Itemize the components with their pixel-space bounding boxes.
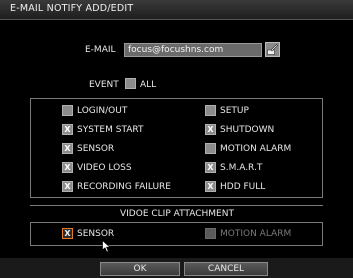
pencil-keyboard-icon — [267, 44, 278, 55]
event-checkbox-setup[interactable] — [205, 105, 216, 116]
event-label-smart: S.M.A.R.T — [220, 163, 263, 173]
event-all-checkbox[interactable] — [125, 78, 136, 89]
virtual-keyboard-button[interactable] — [265, 42, 280, 57]
cancel-button[interactable]: CANCEL — [184, 262, 268, 276]
event-all-label: ALL — [140, 80, 157, 90]
attachment-label-sensor: SENSOR — [77, 229, 115, 239]
event-checkbox-system-start[interactable]: X — [62, 124, 73, 135]
dialog-title: E-MAIL NOTIFY ADD/EDIT — [10, 3, 134, 14]
event-label-video-loss: VIDEO LOSS — [77, 163, 132, 173]
event-checkbox-sensor[interactable]: X — [62, 143, 73, 154]
event-checkbox-login-out[interactable] — [62, 105, 73, 116]
attachment-checkbox-sensor[interactable]: X — [62, 228, 73, 239]
event-label-shutdown: SHUTDOWN — [220, 125, 275, 135]
email-input[interactable]: focus@focushns.com — [124, 43, 262, 57]
attachment-checkbox-motion-alarm[interactable] — [205, 228, 216, 239]
event-checkbox-motion-alarm[interactable] — [205, 143, 216, 154]
ok-button[interactable]: OK — [100, 262, 180, 276]
event-label-sensor: SENSOR — [77, 144, 115, 154]
attachment-label-motion-alarm: MOTION ALARM — [220, 229, 292, 239]
event-label-motion-alarm: MOTION ALARM — [220, 144, 292, 154]
mouse-cursor-icon — [102, 240, 111, 253]
event-checkbox-smart[interactable]: X — [205, 162, 216, 173]
attachment-title: VIDOE CLIP ATTACHMENT — [120, 209, 234, 219]
event-label: EVENT — [89, 80, 119, 90]
event-label-hdd-full: HDD FULL — [220, 182, 266, 192]
event-label-recording-failure: RECORDING FAILURE — [77, 182, 171, 192]
email-label: E-MAIL — [85, 45, 116, 55]
event-label-setup: SETUP — [220, 106, 249, 116]
attachment-divider — [30, 205, 323, 206]
title-bar: E-MAIL NOTIFY ADD/EDIT — [0, 0, 353, 20]
email-notify-dialog: E-MAIL NOTIFY ADD/EDIT E-MAIL focus@focu… — [0, 0, 353, 278]
event-label-login-out: LOGIN/OUT — [77, 106, 128, 116]
event-checkbox-video-loss[interactable]: X — [62, 162, 73, 173]
event-checkbox-recording-failure[interactable]: X — [62, 181, 73, 192]
event-label-system-start: SYSTEM START — [77, 125, 144, 135]
event-checkbox-hdd-full[interactable]: X — [205, 181, 216, 192]
event-checkbox-shutdown[interactable]: X — [205, 124, 216, 135]
